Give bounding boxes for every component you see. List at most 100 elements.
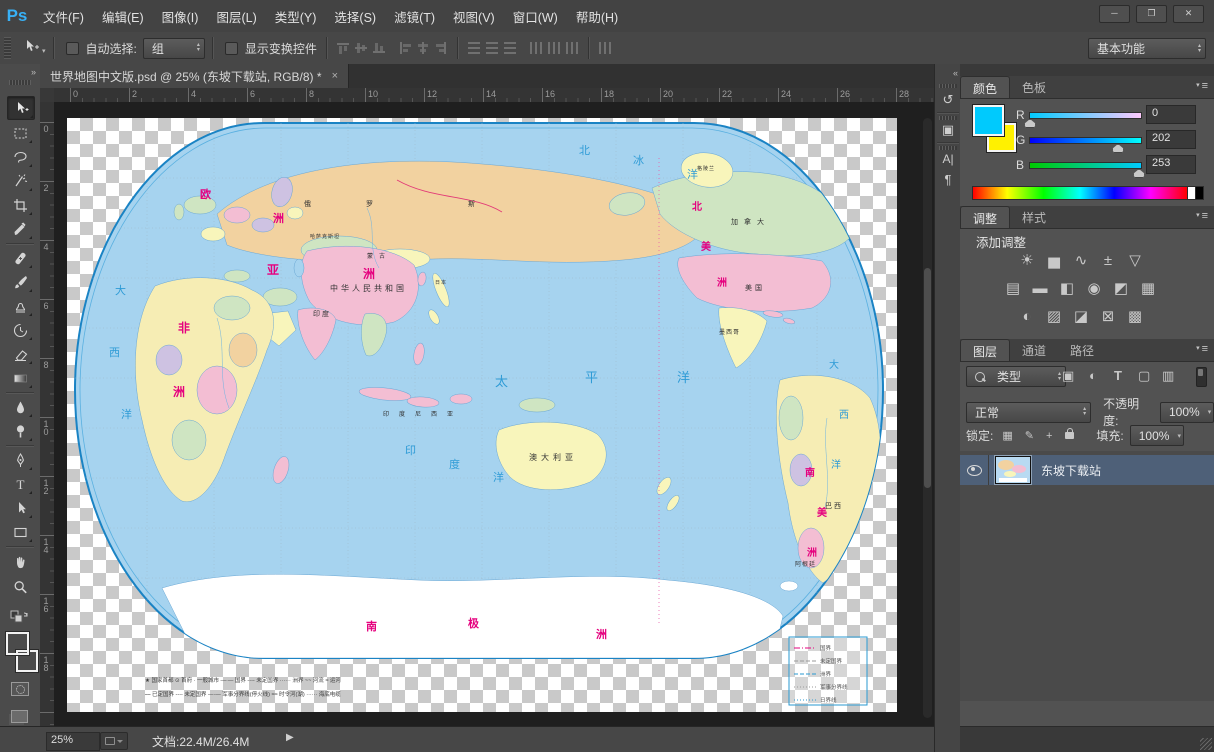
channel-b-slider[interactable] bbox=[1029, 162, 1142, 169]
blend-mode-dropdown[interactable]: 正常 ▴ ▾ bbox=[966, 401, 1092, 423]
lock-image-pixels-icon[interactable]: ✎ bbox=[1025, 429, 1034, 442]
menu-select[interactable]: 选择(S) bbox=[325, 7, 385, 26]
auto-select-dropdown[interactable]: 组 ▴ ▾ bbox=[142, 37, 205, 59]
layer-row[interactable]: 东坡下载站 bbox=[960, 455, 1214, 485]
menu-image[interactable]: 图像(I) bbox=[153, 7, 208, 26]
color-balance-icon[interactable]: ▬ bbox=[1029, 279, 1051, 299]
minimize-button[interactable]: ─ bbox=[1099, 5, 1130, 23]
menu-edit[interactable]: 编辑(E) bbox=[93, 7, 153, 26]
rectangular-marquee-tool[interactable] bbox=[7, 122, 33, 144]
panel-menu-icon[interactable]: ≡ bbox=[1196, 80, 1208, 92]
rectangle-tool[interactable] bbox=[7, 521, 33, 543]
filter-shape-layers-icon[interactable]: ▢ bbox=[1138, 368, 1150, 384]
path-selection-tool[interactable] bbox=[7, 497, 33, 519]
quick-mask-button[interactable] bbox=[11, 682, 29, 696]
channel-b-knob[interactable] bbox=[1133, 169, 1145, 178]
align-right-edges-icon[interactable] bbox=[433, 41, 448, 55]
opacity-dropdown[interactable]: 100% ▾ bbox=[1160, 401, 1214, 423]
history-brush-tool[interactable] bbox=[7, 319, 33, 341]
tab-layers[interactable]: 图层 bbox=[960, 339, 1011, 361]
strip-grip[interactable] bbox=[939, 146, 957, 150]
paragraph-panel-icon[interactable]: ¶ bbox=[935, 172, 961, 187]
menu-window[interactable]: 窗口(W) bbox=[504, 7, 567, 26]
ruler-origin-corner[interactable] bbox=[40, 88, 55, 103]
distribute-bottom-edges-icon[interactable] bbox=[502, 41, 517, 55]
menu-file[interactable]: 文件(F) bbox=[34, 7, 93, 26]
spectrum-black-swatch[interactable] bbox=[1195, 186, 1204, 200]
document-canvas[interactable]: 北冰洋太平洋印度洋大西洋大西洋欧洲亚洲非洲北美洲南美洲南极洲俄罗斯中华人民共和国… bbox=[67, 118, 897, 712]
filter-adjustment-layers-icon[interactable]: ◐ bbox=[1089, 368, 1097, 383]
selective-color-icon[interactable]: ⊠ bbox=[1097, 307, 1119, 327]
zoom-tool[interactable] bbox=[7, 576, 33, 598]
filter-smart-objects-icon[interactable]: ▥ bbox=[1162, 368, 1174, 384]
zoom-level-field[interactable]: 25% bbox=[46, 732, 100, 751]
strip-grip[interactable] bbox=[939, 84, 957, 88]
layer-visibility-cell[interactable] bbox=[960, 455, 989, 485]
magic-wand-tool[interactable] bbox=[7, 170, 33, 192]
character-panel-icon[interactable]: A| bbox=[935, 152, 961, 166]
eyedropper-tool[interactable] bbox=[7, 218, 33, 240]
posterize-icon[interactable]: ▨ bbox=[1043, 307, 1065, 327]
distribute-horizontal-centers-icon[interactable] bbox=[546, 41, 561, 55]
distribute-top-edges-icon[interactable] bbox=[466, 41, 481, 55]
maximize-button[interactable]: ❐ bbox=[1136, 5, 1167, 23]
align-top-edges-icon[interactable] bbox=[335, 41, 350, 55]
threshold-icon[interactable]: ◪ bbox=[1070, 307, 1092, 327]
channel-r-value[interactable]: 0 bbox=[1146, 105, 1196, 124]
history-panel-icon[interactable]: ↺ bbox=[935, 92, 961, 108]
collapse-toolbar-icon[interactable]: » bbox=[31, 67, 36, 77]
tab-styles[interactable]: 样式 bbox=[1010, 206, 1058, 228]
tab-color[interactable]: 颜色 bbox=[960, 76, 1011, 98]
fill-dropdown[interactable]: 100% ▾ bbox=[1129, 425, 1184, 446]
tab-channels[interactable]: 通道 bbox=[1010, 339, 1058, 361]
move-tool[interactable] bbox=[7, 96, 35, 120]
eraser-tool[interactable] bbox=[7, 343, 33, 365]
auto-align-layers-icon[interactable] bbox=[597, 41, 612, 55]
options-grip[interactable] bbox=[4, 37, 11, 59]
scrollbar-thumb[interactable] bbox=[924, 268, 931, 488]
menu-view[interactable]: 视图(V) bbox=[444, 7, 504, 26]
toolbar-grip[interactable] bbox=[9, 80, 31, 85]
menu-filter[interactable]: 滤镜(T) bbox=[385, 7, 444, 26]
status-menu-arrow-icon[interactable]: ▶ bbox=[286, 732, 294, 743]
color-lookup-icon[interactable]: ▦ bbox=[1137, 279, 1159, 299]
align-bottom-edges-icon[interactable] bbox=[371, 41, 386, 55]
expand-panels-icon[interactable]: « bbox=[953, 68, 958, 78]
layer-name[interactable]: 东坡下载站 bbox=[1041, 462, 1101, 479]
clone-stamp-tool[interactable] bbox=[7, 295, 33, 317]
channel-r-knob[interactable] bbox=[1024, 119, 1036, 128]
menu-help[interactable]: 帮助(H) bbox=[567, 7, 627, 26]
curves-icon[interactable]: ∿ bbox=[1070, 251, 1092, 271]
tab-close-icon[interactable]: × bbox=[332, 70, 338, 82]
color-spectrum-ramp[interactable] bbox=[972, 186, 1188, 200]
crop-tool[interactable] bbox=[7, 194, 33, 216]
foreground-color-swatch[interactable] bbox=[5, 631, 30, 656]
align-vertical-centers-icon[interactable] bbox=[353, 41, 368, 55]
lock-transparent-pixels-icon[interactable]: ▦ bbox=[1002, 429, 1012, 442]
channel-g-value[interactable]: 202 bbox=[1146, 130, 1196, 149]
show-transform-checkbox[interactable] bbox=[224, 41, 238, 55]
status-options-button[interactable] bbox=[100, 732, 128, 750]
filter-pixel-layers-icon[interactable]: ▣ bbox=[1062, 368, 1074, 384]
distribute-vertical-centers-icon[interactable] bbox=[484, 41, 499, 55]
document-tab[interactable]: 世界地图中文版.psd @ 25% (东坡下载站, RGB/8) * × bbox=[40, 64, 349, 88]
pen-tool[interactable] bbox=[7, 449, 33, 471]
color-foreground-swatch[interactable] bbox=[972, 104, 1005, 137]
menu-layer[interactable]: 图层(L) bbox=[207, 7, 265, 26]
properties-panel-icon[interactable]: ▣ bbox=[935, 122, 961, 138]
layer-thumbnail[interactable] bbox=[994, 455, 1032, 485]
vertical-scrollbar[interactable] bbox=[923, 118, 932, 718]
hand-tool[interactable] bbox=[7, 551, 33, 573]
brightness-contrast-icon[interactable]: ☀ bbox=[1016, 251, 1038, 271]
align-left-edges-icon[interactable] bbox=[397, 41, 412, 55]
filter-type-layers-icon[interactable]: T bbox=[1114, 368, 1122, 383]
channel-r-slider[interactable] bbox=[1029, 112, 1142, 119]
ruler-vertical[interactable]: 0 2 4 6 8 10 12 14 16 18 bbox=[40, 102, 55, 726]
channel-mixer-icon[interactable]: ◩ bbox=[1110, 279, 1132, 299]
workspace-switcher[interactable]: 基本功能 ▴ ▾ bbox=[1088, 38, 1206, 59]
canvas-viewport[interactable]: 北冰洋太平洋印度洋大西洋大西洋欧洲亚洲非洲北美洲南美洲南极洲俄罗斯中华人民共和国… bbox=[54, 102, 934, 726]
auto-select-checkbox[interactable] bbox=[65, 41, 79, 55]
hue-saturation-icon[interactable]: ▤ bbox=[1002, 279, 1024, 299]
strip-grip[interactable] bbox=[939, 116, 957, 120]
lock-position-icon[interactable]: + bbox=[1046, 430, 1052, 442]
